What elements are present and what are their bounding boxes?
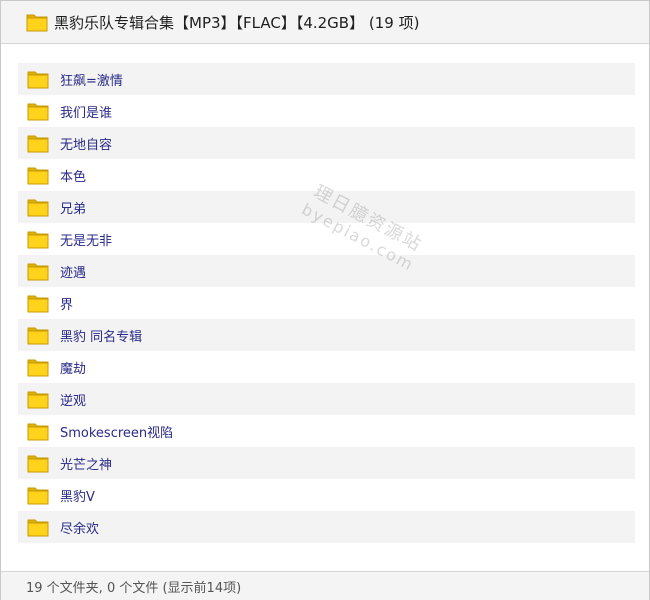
list-item[interactable]: 黑豹 同名专辑	[18, 319, 635, 351]
list-item[interactable]: 尽余欢	[18, 511, 635, 543]
folder-icon	[27, 293, 49, 313]
folder-name: 魔劫	[60, 361, 87, 377]
folder-icon	[27, 69, 49, 89]
list-item[interactable]: 逆观	[18, 383, 635, 415]
list-item[interactable]: 迹遇	[18, 255, 635, 287]
folder-icon	[27, 517, 49, 537]
folder-icon	[27, 197, 49, 217]
folder-name: 迹遇	[60, 265, 87, 281]
folder-icon	[27, 133, 49, 153]
folder-name: 黑豹V	[60, 489, 95, 505]
folder-name: 黑豹 同名专辑	[60, 329, 143, 345]
list-item[interactable]: 无地自容	[18, 127, 635, 159]
folder-name: 无是无非	[60, 233, 113, 249]
folder-name: 兄弟	[60, 201, 87, 217]
folder-name: 狂飙=激情	[60, 73, 123, 89]
folder-icon	[27, 389, 49, 409]
list-item[interactable]: 无是无非	[18, 223, 635, 255]
list-item[interactable]: 兄弟	[18, 191, 635, 223]
folder-name: 尽余欢	[60, 521, 100, 537]
folder-icon	[27, 485, 49, 505]
list-item[interactable]: 光芒之神	[18, 447, 635, 479]
folder-name: 光芒之神	[60, 457, 113, 473]
folder-icon	[27, 453, 49, 473]
folder-icon	[27, 165, 49, 185]
page-title: 黑豹乐队专辑合集【MP3】【FLAC】【4.2GB】 (19 项)	[54, 13, 420, 32]
folder-icon	[27, 357, 49, 377]
header-bar: 黑豹乐队专辑合集【MP3】【FLAC】【4.2GB】 (19 项)	[1, 1, 649, 44]
list-item[interactable]: 黑豹V	[18, 479, 635, 511]
status-bar: 19 个文件夹, 0 个文件 (显示前14项)	[1, 571, 649, 600]
folder-icon	[26, 12, 48, 32]
folder-list: 狂飙=激情 我们是谁 无地自容 本色 兄弟 无是无非 迹遇 界 黑豹 同名专辑 …	[18, 63, 635, 543]
list-item[interactable]: Smokescreen视陷	[18, 415, 635, 447]
file-browser-window: 黑豹乐队专辑合集【MP3】【FLAC】【4.2GB】 (19 项) 狂飙=激情 …	[0, 0, 650, 600]
folder-icon	[27, 261, 49, 281]
folder-name: Smokescreen视陷	[60, 425, 174, 441]
folder-icon	[27, 421, 49, 441]
list-item[interactable]: 本色	[18, 159, 635, 191]
folder-name: 我们是谁	[60, 105, 113, 121]
folder-name: 本色	[60, 169, 87, 185]
list-item[interactable]: 界	[18, 287, 635, 319]
folder-name: 逆观	[60, 393, 87, 409]
folder-icon	[27, 325, 49, 345]
list-item[interactable]: 狂飙=激情	[18, 63, 635, 95]
folder-name: 无地自容	[60, 137, 113, 153]
list-item[interactable]: 魔劫	[18, 351, 635, 383]
folder-icon	[27, 101, 49, 121]
folder-name: 界	[60, 297, 74, 313]
folder-icon	[27, 229, 49, 249]
list-item[interactable]: 我们是谁	[18, 95, 635, 127]
status-text: 19 个文件夹, 0 个文件 (显示前14项)	[26, 580, 242, 596]
